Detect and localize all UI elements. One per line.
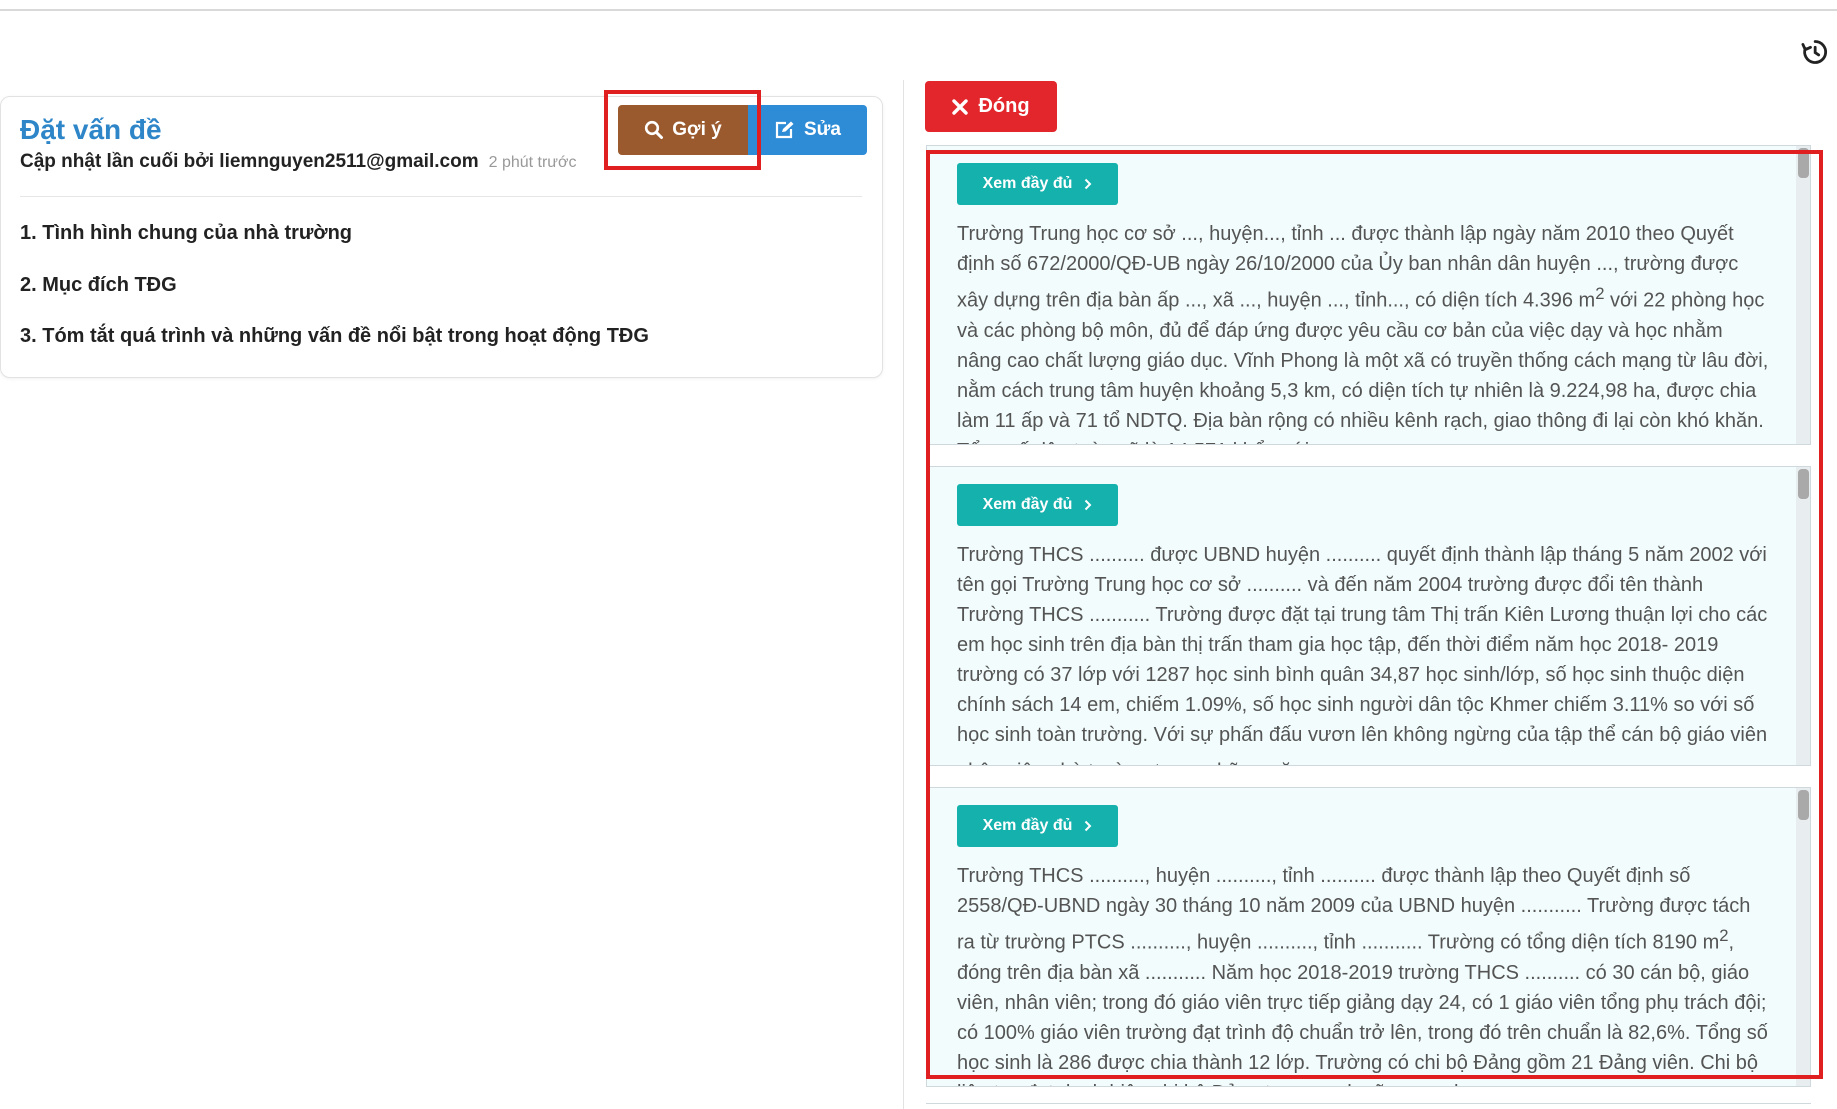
view-full-label: Xem đầy đủ <box>982 175 1073 192</box>
edit-button[interactable]: Sửa <box>748 105 867 155</box>
chevron-right-icon <box>1085 820 1092 832</box>
history-icon[interactable] <box>1800 38 1828 66</box>
scrollbar-thumb[interactable] <box>1798 790 1809 820</box>
suggestion-text: Trường THCS .........., huyện ..........… <box>957 865 1768 1086</box>
card-divider <box>20 196 862 197</box>
edit-icon <box>775 121 794 139</box>
scrollbar[interactable] <box>1796 788 1810 1086</box>
edit-label: Sửa <box>804 119 841 140</box>
scrollbar[interactable] <box>1796 146 1810 444</box>
last-updated-meta: Cập nhật lần cuối bởi liemnguyen2511@gma… <box>20 151 577 173</box>
suggestion-panel[interactable]: Xem đầy đủ Trường THCS .........., huyện… <box>926 787 1811 1087</box>
close-label: Đóng <box>978 95 1030 117</box>
scrollbar[interactable] <box>1796 467 1810 765</box>
suggestion-panel[interactable]: Xem đầy đủ Trường THCS .......... được U… <box>926 466 1811 766</box>
top-divider <box>0 9 1837 11</box>
last-updated-text: Cập nhật lần cuối bởi liemnguyen2511@gma… <box>20 151 479 172</box>
outline-item: 1. Tình hình chung của nhà trường <box>20 222 353 244</box>
scrollbar-thumb[interactable] <box>1798 148 1809 178</box>
view-full-button[interactable]: Xem đầy đủ <box>957 163 1118 205</box>
close-button[interactable]: Đóng <box>925 81 1057 132</box>
card-title: Đặt vấn đề <box>20 114 162 145</box>
view-full-label: Xem đầy đủ <box>982 496 1073 513</box>
suggestion-text: Trường Trung học cơ sở ..., huyện..., tỉ… <box>957 223 1769 444</box>
suggestion-panel[interactable]: Xem đầy đủ Trường Trung học cơ sở ..., h… <box>926 145 1811 445</box>
close-icon <box>952 98 969 115</box>
highlight-suggest-button <box>604 90 761 170</box>
scrollbar-thumb[interactable] <box>1798 469 1809 499</box>
view-full-label: Xem đầy đủ <box>982 817 1073 834</box>
view-full-button[interactable]: Xem đầy đủ <box>957 805 1118 847</box>
view-full-button[interactable]: Xem đầy đủ <box>957 484 1118 526</box>
outline-item: 2. Mục đích TĐG <box>20 274 177 296</box>
chevron-right-icon <box>1085 499 1092 511</box>
outline-item: 3. Tóm tắt quá trình và những vấn đề nổi… <box>20 325 649 347</box>
column-separator <box>903 80 904 1109</box>
last-updated-time: 2 phút trước <box>488 154 577 171</box>
next-suggestion-panel-edge <box>926 1103 1811 1109</box>
chevron-right-icon <box>1085 178 1092 190</box>
suggestion-text: Trường THCS .......... được UBND huyện .… <box>957 544 1768 765</box>
